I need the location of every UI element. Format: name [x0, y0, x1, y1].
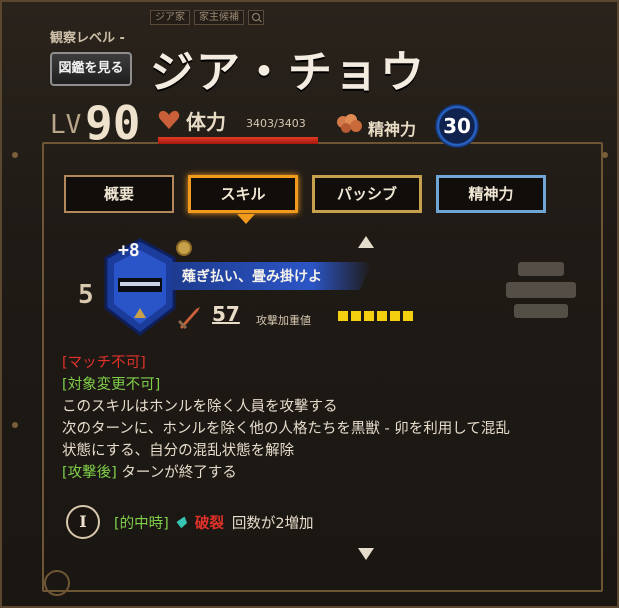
hp-bar	[158, 137, 318, 144]
attack-weight-block	[364, 311, 374, 321]
tab-bar: 概要 スキル パッシブ 精神力	[64, 175, 546, 224]
skill-name: 薙ぎ払い、畳み掛けよ	[182, 269, 322, 285]
coin-icon	[176, 240, 192, 256]
tag: 家主候補	[194, 10, 244, 25]
desc-after-attack: [攻撃後] ターンが終了する	[62, 462, 582, 484]
observation-level-label: 観察レベル -	[50, 31, 125, 46]
skill-description: [マッチ不可] [対象変更不可] このスキルはホンルを除く人員を攻撃する 次のタ…	[62, 352, 582, 484]
attack-value: 57	[212, 302, 240, 326]
coin-numeral: I	[66, 505, 100, 539]
tab-overview[interactable]: 概要	[64, 175, 174, 213]
tab-sanity[interactable]: 精神力	[436, 175, 546, 213]
rivet	[12, 422, 18, 428]
level-value: 90	[85, 96, 141, 150]
character-tags: ジア家 家主候補	[150, 10, 264, 25]
desc-unclashable: [マッチ不可]	[62, 355, 146, 371]
character-name: ジア・チョウ	[150, 47, 426, 98]
skill-type-icon	[506, 262, 576, 318]
level-label: LV	[50, 110, 82, 140]
attack-weight-block	[338, 311, 348, 321]
after-attack-tag: [攻撃後]	[62, 465, 117, 481]
attack-weight-block	[377, 311, 387, 321]
rivet	[12, 152, 18, 158]
attack-weight-block	[351, 311, 361, 321]
sanity-icon	[337, 114, 362, 133]
check-icon	[44, 570, 70, 596]
hp-bar-fill	[158, 137, 318, 144]
coin-effect-text: 回数が2増加	[231, 515, 314, 532]
rivet	[602, 152, 608, 158]
catalog-button[interactable]: 図鑑を見る	[50, 52, 132, 86]
attack-weight-label: 攻撃加重値	[256, 314, 311, 327]
coin-effect-row: I [的中時] 破裂 回数が2増加	[66, 505, 314, 539]
after-attack-text: ターンが終了する	[116, 465, 237, 481]
tab-passive[interactable]: パッシブ	[312, 175, 422, 213]
attack-weight-indicator	[338, 311, 413, 321]
hp-value: 3403/3403	[246, 117, 306, 130]
tag: ジア家	[150, 10, 190, 25]
sword-icon	[177, 307, 200, 330]
skill-icon	[104, 238, 176, 336]
skill-number: 5	[78, 280, 94, 310]
tab-skill[interactable]: スキル	[188, 175, 298, 224]
rupture-icon	[175, 514, 189, 529]
scroll-down-arrow-icon[interactable]	[358, 548, 374, 560]
desc-target-fixed: [対象変更不可]	[62, 377, 161, 393]
scroll-up-arrow-icon[interactable]	[358, 236, 374, 248]
skill-level-badge: +8	[118, 240, 140, 261]
rupture-keyword[interactable]: 破裂	[195, 512, 224, 533]
attack-weight-block	[403, 311, 413, 321]
desc-line: このスキルはホンルを除く人員を攻撃する	[62, 399, 338, 415]
sanity-label: 精神力	[368, 120, 417, 139]
hp-label: 体力	[186, 110, 226, 134]
desc-line: 次のターンに、ホンルを除く他の人格たちを黒獣 - 卯を利用して混乱	[62, 421, 510, 437]
search-icon[interactable]	[248, 10, 264, 25]
on-hit-tag: [的中時]	[114, 515, 169, 532]
heart-icon	[158, 110, 180, 129]
sanity-value-badge: 30	[435, 104, 479, 148]
desc-line: 状態にする、自分の混乱状態を解除	[62, 443, 295, 459]
attack-weight-block	[390, 311, 400, 321]
